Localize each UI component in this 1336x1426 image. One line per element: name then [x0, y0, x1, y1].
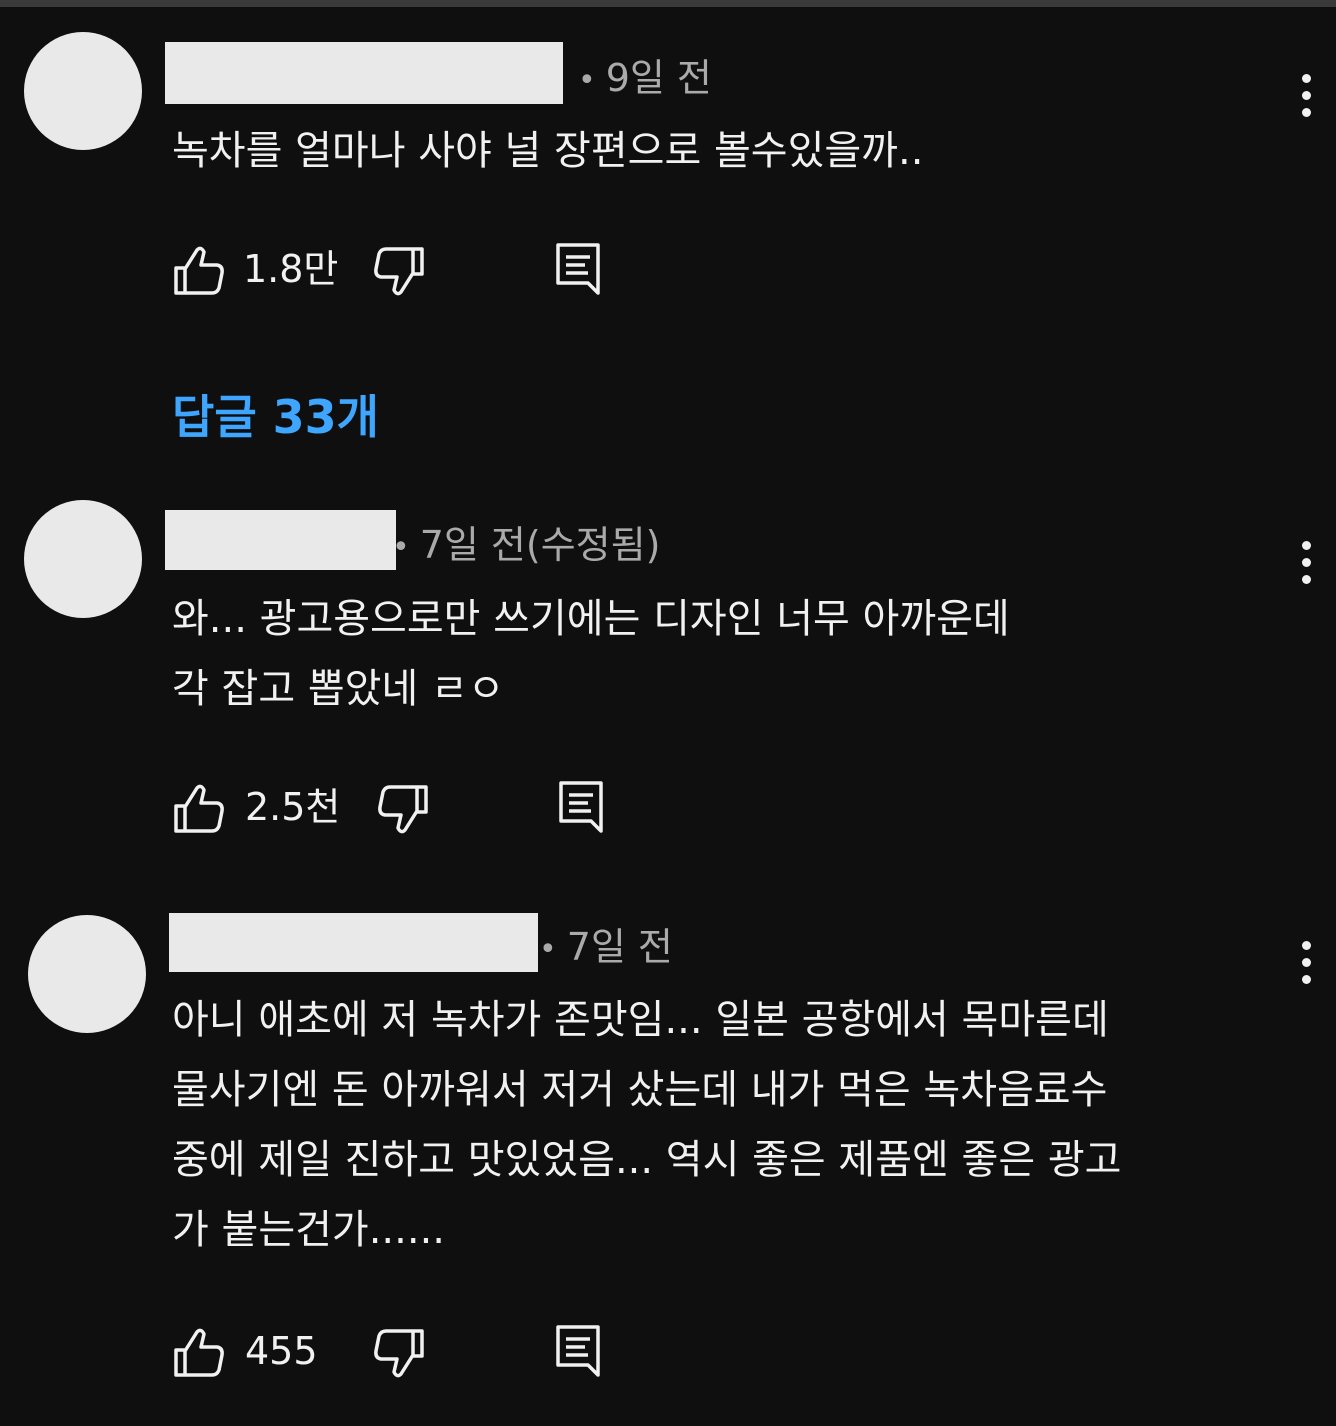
comment-timestamp: • 9일 전 — [578, 59, 712, 97]
comment-text: 아니 애초에 저 녹차가 존맛임... 일본 공항에서 목마른데 물사기엔 돈 … — [172, 985, 1121, 1265]
author-name-redacted[interactable] — [165, 42, 563, 104]
dislike-button[interactable] — [372, 246, 426, 298]
reply-comment-icon — [556, 243, 600, 295]
like-count: 1.8만 — [243, 247, 339, 291]
view-replies-link[interactable]: 답글 33개 — [172, 394, 379, 440]
more-vertical-icon — [1301, 541, 1311, 550]
comment-line: 가 붙는건가...... — [172, 1207, 446, 1253]
dislike-button[interactable] — [372, 1328, 426, 1380]
thumbs-up-icon — [174, 1328, 224, 1377]
comment-timestamp: • 7일 전 — [539, 928, 673, 966]
separator-dot: • — [539, 931, 557, 967]
like-button[interactable] — [172, 1326, 226, 1378]
avatar[interactable] — [28, 915, 146, 1033]
comment-text: 와... 광고용으로만 쓰기에는 디자인 너무 아까운데 각 잡고 뽑았네 ㄹㅇ — [172, 584, 1010, 724]
comment-line: 중에 제일 진하고 맛있었음... 역시 좋은 제품엔 좋은 광고 — [172, 1137, 1122, 1183]
reply-button[interactable] — [558, 780, 606, 834]
reply-comment-icon — [556, 1325, 600, 1377]
comment-line: 물사기엔 돈 아까워서 저거 샀는데 내가 먹은 녹차음료수 — [172, 1067, 1108, 1113]
timestamp-text: 7일 전 — [566, 925, 673, 969]
thumbs-up-icon — [174, 784, 224, 833]
thumbs-up-icon — [174, 246, 224, 295]
like-button[interactable] — [172, 244, 226, 296]
timestamp-text: 9일 전 — [605, 56, 712, 100]
more-options-button[interactable] — [1296, 74, 1316, 122]
author-name-redacted[interactable] — [169, 913, 538, 972]
more-options-button[interactable] — [1296, 941, 1316, 989]
comment-line: 아니 애초에 저 녹차가 존맛임... 일본 공항에서 목마른데 — [172, 997, 1109, 1043]
comment-line: 각 잡고 뽑았네 ㄹㅇ — [172, 666, 505, 712]
thumbs-down-icon — [374, 1329, 424, 1378]
like-count: 2.5천 — [245, 785, 341, 829]
comment-text: 녹차를 얼마나 사야 널 장편으로 볼수있을까.. — [172, 116, 923, 186]
thumbs-down-icon — [374, 247, 424, 296]
separator-dot: • — [578, 62, 596, 98]
reply-button[interactable] — [555, 1324, 603, 1378]
like-count: 455 — [245, 1329, 318, 1373]
author-name-redacted[interactable] — [165, 510, 396, 570]
top-divider — [0, 0, 1336, 7]
more-options-button[interactable] — [1296, 541, 1316, 589]
comment-timestamp: • 7일 전(수정됨) — [392, 526, 660, 564]
separator-dot: • — [392, 529, 410, 565]
dislike-button[interactable] — [376, 784, 430, 836]
comment-line: 녹차를 얼마나 사야 널 장편으로 볼수있을까.. — [172, 128, 924, 174]
timestamp-text: 7일 전(수정됨) — [419, 523, 661, 567]
more-vertical-icon — [1301, 74, 1311, 83]
like-button[interactable] — [172, 782, 226, 834]
thumbs-down-icon — [378, 785, 428, 834]
more-vertical-icon — [1301, 941, 1311, 950]
avatar[interactable] — [24, 500, 142, 618]
avatar[interactable] — [24, 32, 142, 150]
reply-comment-icon — [559, 781, 603, 833]
comment-line: 와... 광고용으로만 쓰기에는 디자인 너무 아까운데 — [172, 596, 1010, 642]
reply-button[interactable] — [555, 242, 603, 296]
